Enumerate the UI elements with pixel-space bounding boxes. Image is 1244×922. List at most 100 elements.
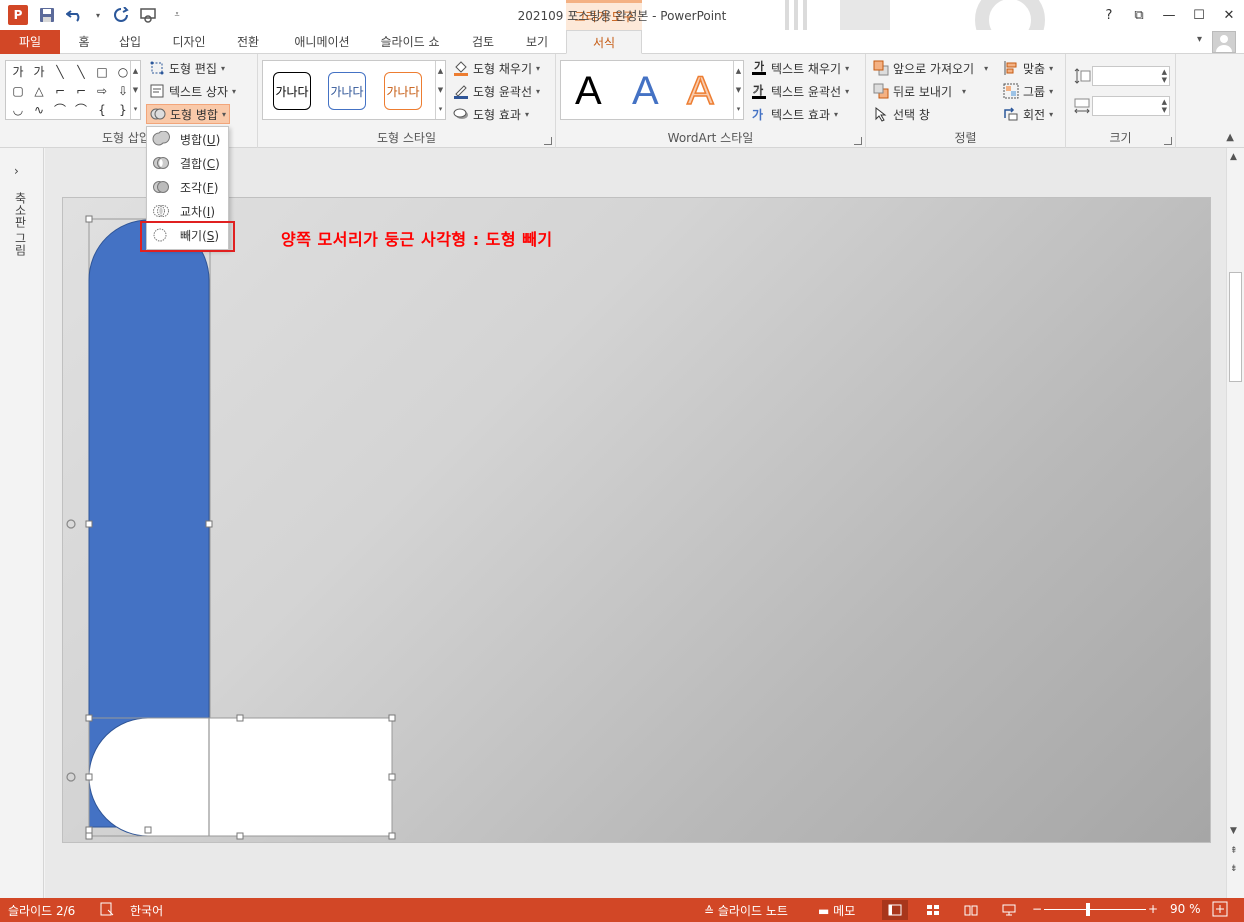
wordart-style-black[interactable]: A bbox=[575, 69, 602, 113]
chevron-down-icon[interactable]: ▾ bbox=[1197, 34, 1202, 45]
tab-insert[interactable]: 삽입 bbox=[112, 30, 148, 54]
comments-button[interactable]: ▬ 메모 bbox=[818, 902, 855, 919]
shape-gallery-scroll[interactable]: ▲ ▼ ▾ bbox=[130, 61, 140, 119]
rectangle-shape-icon[interactable]: □ bbox=[92, 62, 112, 81]
scroll-down-icon[interactable]: ▼ bbox=[1230, 826, 1237, 836]
wordart-gallery-scroll[interactable]: ▲ ▼ ▾ bbox=[733, 61, 743, 119]
collapse-ribbon-icon[interactable]: ▲ bbox=[1226, 132, 1234, 143]
group-button[interactable]: 그룹 ▾ bbox=[1000, 81, 1056, 101]
rounded-rectangle-shape-icon[interactable]: ▢ bbox=[8, 81, 28, 100]
shape-style-gallery-scroll[interactable]: ▲ ▼ ▾ bbox=[435, 61, 445, 119]
zoom-slider-thumb[interactable] bbox=[1086, 903, 1090, 916]
spell-check-icon[interactable] bbox=[100, 902, 114, 919]
merge-menu-subtract[interactable]: 빼기(S) bbox=[147, 223, 228, 247]
align-button[interactable]: 맞춤 ▾ bbox=[1000, 58, 1056, 78]
vertical-textbox-shape-icon[interactable]: 가 bbox=[29, 62, 49, 81]
maximize-button[interactable]: ☐ bbox=[1184, 0, 1214, 30]
shape-style-gallery[interactable]: 가나다 가나다 가나다 ▲ ▼ ▾ bbox=[262, 60, 446, 120]
edit-shape-button[interactable]: 도형 편집 ▾ bbox=[146, 58, 228, 78]
next-slide-icon[interactable]: ⇟ bbox=[1230, 864, 1238, 874]
shape-outline-button[interactable]: 도형 윤곽선 ▾ bbox=[450, 81, 543, 101]
merge-menu-combine[interactable]: 결합(C) bbox=[147, 151, 228, 175]
zoom-in-button[interactable]: + bbox=[1148, 902, 1158, 916]
textbox-shape-icon[interactable]: 가 bbox=[8, 62, 28, 81]
slideshow-view-icon[interactable] bbox=[996, 900, 1022, 920]
normal-view-icon[interactable] bbox=[882, 900, 908, 920]
send-backward-button[interactable]: 뒤로 보내기 ▾ bbox=[870, 81, 969, 101]
close-button[interactable]: ✕ bbox=[1214, 0, 1244, 30]
resize-handle[interactable] bbox=[388, 714, 396, 722]
slide-sorter-view-icon[interactable] bbox=[920, 900, 946, 920]
zoom-slider[interactable] bbox=[1044, 909, 1146, 910]
left-brace-shape-icon[interactable]: { bbox=[92, 100, 112, 119]
tab-design[interactable]: 디자인 bbox=[164, 30, 214, 54]
resize-handle[interactable] bbox=[205, 520, 213, 528]
previous-slide-icon[interactable]: ⇞ bbox=[1230, 846, 1238, 856]
wordart-launcher-icon[interactable] bbox=[854, 137, 862, 145]
reading-view-icon[interactable] bbox=[958, 900, 984, 920]
bring-forward-button[interactable]: 앞으로 가져오기 ▾ bbox=[870, 58, 991, 78]
tab-slideshow[interactable]: 슬라이드 쇼 bbox=[372, 30, 448, 54]
scribble-shape-icon[interactable]: ∿ bbox=[29, 100, 49, 119]
arrow-line-shape-icon[interactable]: ╲ bbox=[71, 62, 91, 81]
scroll-up-icon[interactable]: ▲ bbox=[1230, 152, 1237, 162]
merge-menu-intersect[interactable]: 교차(I) bbox=[147, 199, 228, 223]
resize-handle[interactable] bbox=[85, 520, 93, 528]
ribbon-display-options-button[interactable]: ⧉ bbox=[1124, 0, 1154, 30]
text-outline-button[interactable]: 가 텍스트 윤곽선 ▾ bbox=[748, 81, 852, 101]
line-shape-icon[interactable]: ╲ bbox=[50, 62, 70, 81]
size-launcher-icon[interactable] bbox=[1164, 137, 1172, 145]
slide-canvas[interactable]: 양쪽 모서리가 둥근 사각형 : 도형 빼기 bbox=[62, 197, 1211, 843]
rotate-handle-icon[interactable] bbox=[66, 772, 76, 782]
redo-icon[interactable] bbox=[112, 6, 130, 24]
elbow-arrow-shape-icon[interactable]: ⌐ bbox=[71, 81, 91, 100]
shape-gallery[interactable]: 가 가 ╲ ╲ □ ○ ▢ △ ⌐ ⌐ ⇨ ⇩ ◡ ∿ ⌒ ⌒ { } ▲ ▼ ▾ bbox=[5, 60, 141, 120]
tab-format[interactable]: 서식 bbox=[566, 30, 642, 54]
expand-thumbnails-button[interactable]: › bbox=[14, 164, 19, 178]
resize-handle[interactable] bbox=[144, 826, 152, 834]
right-arrow-shape-icon[interactable]: ⇨ bbox=[92, 81, 112, 100]
curve-shape-icon[interactable]: ⌒ bbox=[71, 100, 91, 119]
powerpoint-logo-icon[interactable]: P bbox=[8, 5, 28, 25]
rotate-handle-icon[interactable] bbox=[66, 519, 76, 529]
zoom-out-button[interactable]: − bbox=[1032, 902, 1042, 916]
merge-shapes-button[interactable]: 도형 병합 ▾ bbox=[146, 104, 230, 124]
notes-button[interactable]: ≙ 슬라이드 노트 bbox=[704, 902, 788, 919]
avatar[interactable] bbox=[1212, 31, 1236, 53]
customize-qat-icon[interactable]: ⩡ bbox=[168, 6, 186, 24]
shape-style-black[interactable]: 가나다 bbox=[273, 72, 311, 110]
merge-menu-fragment[interactable]: 조각(F) bbox=[147, 175, 228, 199]
tab-view[interactable]: 보기 bbox=[516, 30, 558, 54]
elbow-connector-shape-icon[interactable]: ⌐ bbox=[50, 81, 70, 100]
slide-indicator[interactable]: 슬라이드 2/6 bbox=[8, 902, 75, 919]
fit-slide-icon[interactable] bbox=[1212, 901, 1228, 920]
minimize-button[interactable]: — bbox=[1154, 0, 1184, 30]
text-box-button[interactable]: 텍스트 상자 ▾ bbox=[146, 81, 239, 101]
shape-height-input[interactable]: ▲ ▼ bbox=[1092, 66, 1170, 86]
rotation-handles[interactable] bbox=[66, 519, 76, 782]
resize-handle[interactable] bbox=[388, 773, 396, 781]
resize-handle[interactable] bbox=[236, 832, 244, 840]
resize-handle[interactable] bbox=[236, 714, 244, 722]
resize-handle[interactable] bbox=[85, 714, 93, 722]
freeform-shape-icon[interactable]: ◡ bbox=[8, 100, 28, 119]
resize-handle[interactable] bbox=[85, 826, 93, 834]
thumbnail-pane-label[interactable]: 축소판 그림 bbox=[12, 192, 29, 256]
arc-shape-icon[interactable]: ⌒ bbox=[50, 100, 70, 119]
shape-style-blue[interactable]: 가나다 bbox=[328, 72, 366, 110]
resize-handle[interactable] bbox=[85, 773, 93, 781]
resize-handle[interactable] bbox=[85, 215, 93, 223]
shape-width-input[interactable]: ▲ ▼ bbox=[1092, 96, 1170, 116]
scrollbar-thumb[interactable] bbox=[1229, 272, 1242, 382]
merge-menu-union[interactable]: 병합(U) bbox=[147, 127, 228, 151]
vertical-scrollbar[interactable]: ▲ ▼ ⇞ ⇟ bbox=[1226, 148, 1244, 898]
selection-pane-button[interactable]: 선택 창 bbox=[870, 104, 933, 124]
height-spinner-icon[interactable]: ▲ ▼ bbox=[1162, 68, 1167, 84]
resize-handle[interactable] bbox=[85, 832, 93, 840]
rotate-button[interactable]: 회전 ▾ bbox=[1000, 104, 1056, 124]
tab-file[interactable]: 파일 bbox=[0, 30, 60, 54]
wordart-style-orange-outline[interactable]: A bbox=[686, 68, 714, 114]
text-effects-button[interactable]: 가 텍스트 효과 ▾ bbox=[748, 104, 841, 124]
undo-icon[interactable] bbox=[66, 6, 84, 24]
start-from-beginning-icon[interactable] bbox=[140, 6, 158, 24]
